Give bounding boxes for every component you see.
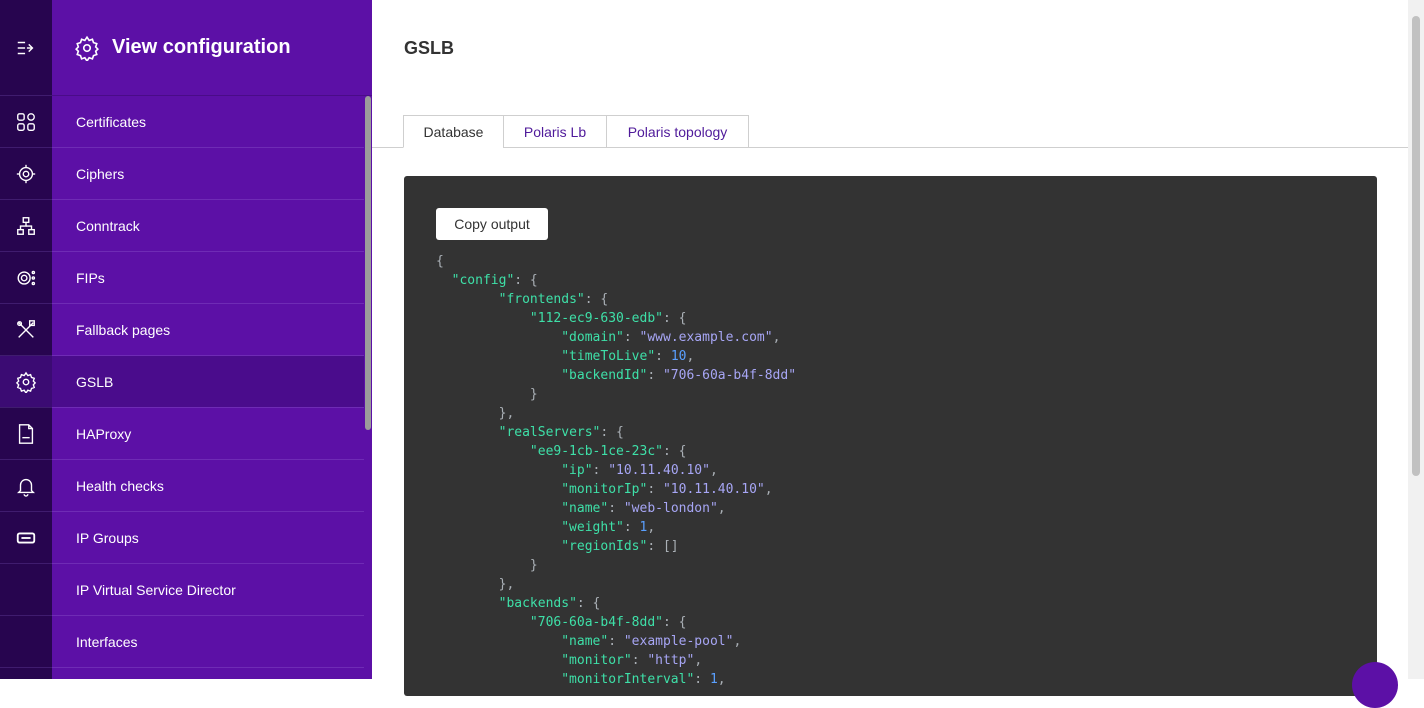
- code-line: },: [436, 577, 515, 592]
- rail-gslb[interactable]: [0, 356, 52, 408]
- rail-haproxy[interactable]: [0, 408, 52, 460]
- gear-network-icon: [16, 164, 36, 183]
- code-line: }: [436, 558, 538, 573]
- sidebar-item-ip-virtual-service-director[interactable]: IP Virtual Service Director: [52, 564, 364, 616]
- code-line: "regionIds": []: [561, 539, 679, 554]
- sidebar-item-fallback-pages[interactable]: Fallback pages: [52, 304, 364, 356]
- page-scrollbar-thumb[interactable]: [1412, 16, 1420, 476]
- rail-conntrack[interactable]: [0, 200, 52, 252]
- tools-icon: [17, 319, 35, 338]
- sidebar-scrollbar-thumb[interactable]: [365, 96, 371, 430]
- chat-widget-button[interactable]: [1352, 662, 1398, 708]
- sidebar-item-ciphers[interactable]: Ciphers: [52, 148, 364, 200]
- code-line: "config": {: [451, 273, 538, 288]
- code-line: "realServers": {: [498, 425, 624, 440]
- ticket-icon: [16, 532, 36, 543]
- code-line: "monitor": "http",: [561, 653, 703, 668]
- rail-ip-groups[interactable]: [0, 512, 52, 564]
- code-line: "name": "web-london",: [561, 501, 726, 516]
- code-line: "name": "example-pool",: [561, 634, 742, 649]
- icon-rail: [0, 0, 52, 679]
- code-line: "ip": "10.11.40.10",: [561, 463, 718, 478]
- sidebar-item-ip-groups[interactable]: IP Groups: [52, 512, 364, 564]
- log-file-icon: [18, 423, 34, 444]
- rail-certificates[interactable]: [0, 96, 52, 148]
- tab-polaris-topology[interactable]: Polaris topology: [606, 115, 749, 148]
- network-icon: [17, 216, 35, 235]
- tab-database[interactable]: Database: [403, 115, 504, 148]
- sidebar-item-interfaces[interactable]: Interfaces: [52, 616, 364, 668]
- code-line: "ee9-1cb-1ce-23c": {: [529, 444, 687, 459]
- sidebar-item-health-checks[interactable]: Health checks: [52, 460, 364, 512]
- code-line: "domain": "www.example.com",: [561, 330, 781, 345]
- page-scrollbar[interactable]: [1408, 0, 1424, 679]
- sidebar-item-haproxy[interactable]: HAProxy: [52, 408, 364, 460]
- code-line: "frontends": {: [498, 292, 609, 307]
- expand-menu-icon: [17, 41, 34, 54]
- grid-icon: [17, 112, 35, 131]
- code-line: "backends": {: [498, 596, 601, 611]
- output-panel: Copy output { "config": { "frontends": {…: [404, 176, 1377, 696]
- page-title: GSLB: [404, 38, 455, 58]
- code-line: "weight": 1,: [561, 520, 656, 535]
- sidebar-item-fips[interactable]: FIPs: [52, 252, 364, 304]
- copy-output-button[interactable]: Copy output: [436, 208, 548, 240]
- rail-fallback-pages[interactable]: [0, 304, 52, 356]
- navigation-panel: View configuration Certificates Ciphers …: [52, 0, 372, 679]
- gear-icon: [15, 371, 37, 393]
- sidebar-item-certificates[interactable]: Certificates: [52, 96, 364, 148]
- panel-header: View configuration: [52, 0, 372, 96]
- sidebar-item-conntrack[interactable]: Conntrack: [52, 200, 364, 252]
- rail-ip-virtual-service-director[interactable]: [0, 564, 52, 616]
- code-line: "backendId": "706-60a-b4f-8dd": [561, 368, 797, 383]
- code-line: "monitorIp": "10.11.40.10",: [561, 482, 773, 497]
- rail-fips[interactable]: [0, 252, 52, 304]
- bell-icon: [17, 478, 35, 497]
- rail-ciphers[interactable]: [0, 148, 52, 200]
- settings-icon: [75, 35, 99, 61]
- tab-polaris-lb[interactable]: Polaris Lb: [503, 115, 607, 148]
- sidebar-scrollbar[interactable]: [364, 96, 372, 679]
- sidebar-item-gslb[interactable]: GSLB: [52, 356, 364, 408]
- code-line: "timeToLive": 10,: [561, 349, 695, 364]
- expand-sidebar-button[interactable]: [0, 0, 52, 96]
- json-output: { "config": { "frontends": { "112-ec9-63…: [436, 252, 796, 689]
- code-line: }: [436, 387, 538, 402]
- panel-title: View configuration: [112, 36, 291, 58]
- code-line: },: [436, 406, 515, 421]
- rail-health-checks[interactable]: [0, 460, 52, 512]
- code-line: "monitorInterval": 1,: [561, 672, 726, 687]
- gear-dots-icon: [17, 270, 36, 285]
- code-line: {: [436, 254, 444, 269]
- code-line: "112-ec9-630-edb": {: [529, 311, 687, 326]
- main-content: GSLB Database Polaris Lb Polaris topolog…: [372, 0, 1408, 696]
- code-line: "706-60a-b4f-8dd": {: [529, 615, 687, 630]
- rail-interfaces[interactable]: [0, 616, 52, 668]
